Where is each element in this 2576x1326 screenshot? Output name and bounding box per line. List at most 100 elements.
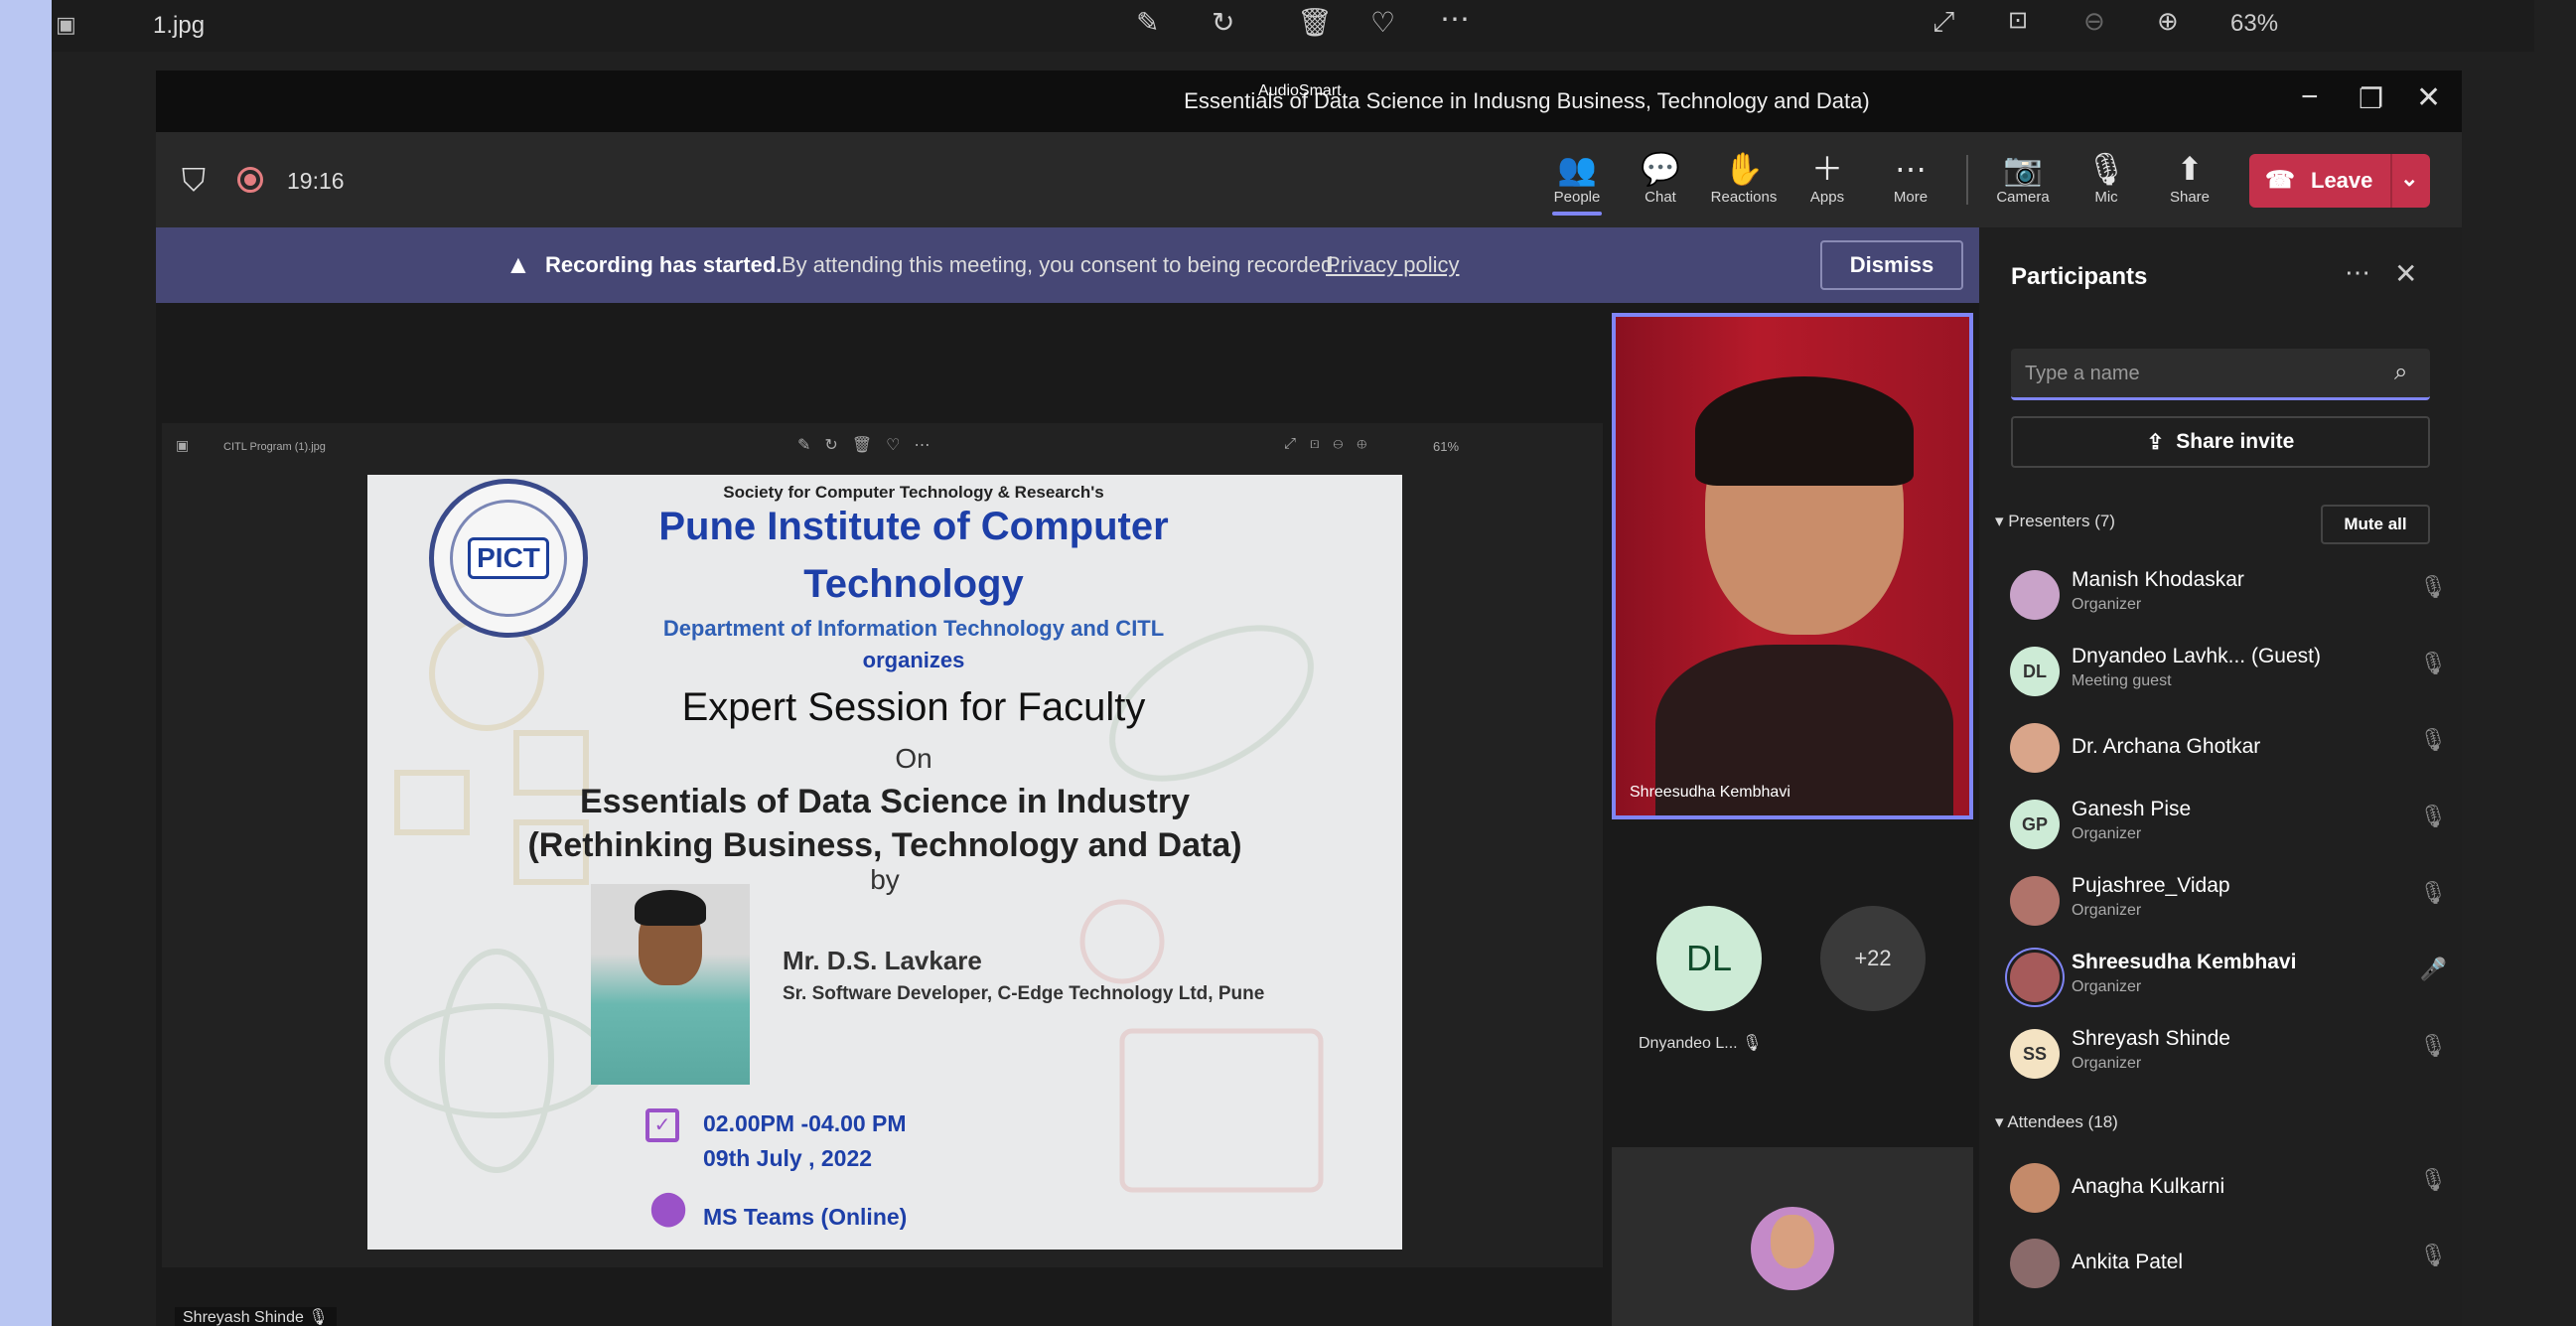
- poster-time: 02.00PM -04.00 PM: [703, 1110, 907, 1136]
- close-icon[interactable]: ✕: [2416, 80, 2441, 115]
- mic-off-icon: 🎙: [2419, 804, 2447, 828]
- toolbar-label: More: [1893, 189, 1929, 206]
- poster-topic-line2: (Rethinking Business, Technology and Dat…: [527, 826, 1242, 864]
- image-viewer-toolbar: ▣ 1.jpg ✎ ↻ 🗑 ♡ ⋯ ⤢ ⊡ ⊖ ⊕ 63%: [52, 0, 2534, 52]
- participant-row[interactable]: Ankita Patel 🎙: [2010, 1231, 2447, 1292]
- mic-off-icon: 🎙: [2419, 1243, 2447, 1267]
- avatar: SS: [2010, 1029, 2060, 1079]
- minimize-icon[interactable]: −: [2301, 80, 2319, 114]
- presenter-name-tag: Shreyash Shinde 🎙: [175, 1307, 337, 1326]
- participant-name: Pujashree_Vidap: [2072, 874, 2230, 897]
- presenters-header[interactable]: ▾ Presenters (7): [1995, 512, 2115, 531]
- participant-row[interactable]: GP Ganesh Pise Organizer 🎙: [2010, 792, 2447, 853]
- participant-row[interactable]: Dr. Archana Ghotkar 🎙: [2010, 715, 2447, 777]
- dismiss-label: Dismiss: [1849, 252, 1934, 277]
- recording-banner-text: By attending this meeting, you consent t…: [782, 252, 1340, 277]
- search-icon: ⌕: [2394, 359, 2408, 385]
- participant-row[interactable]: Manish Khodaskar Organizer 🎙: [2010, 562, 2447, 624]
- share-invite-button[interactable]: ⇪ Share invite: [2011, 416, 2430, 468]
- participant-row[interactable]: Shreesudha Kembhavi Organizer 🎤: [2010, 945, 2447, 1006]
- toolbar-camera-button[interactable]: 📷 Camera: [1988, 149, 2058, 206]
- bottom-video-tile[interactable]: [1612, 1147, 1973, 1326]
- participant-name: Dr. Archana Ghotkar: [2072, 735, 2261, 758]
- shield-icon[interactable]: ⛉: [182, 162, 206, 200]
- location-pin-icon: ⬤: [649, 1189, 688, 1227]
- toolbar-apps-button[interactable]: ＋ Apps: [1792, 149, 1862, 206]
- toolbar-more-button[interactable]: ⋯ More: [1876, 149, 1945, 206]
- tile-name: Dnyandeo L...: [1639, 1035, 1738, 1052]
- rotate-icon[interactable]: ↻: [1212, 6, 1234, 39]
- toolbar-divider: [1966, 155, 1968, 205]
- participant-row[interactable]: DL Dnyandeo Lavhk... (Guest) Meeting guest…: [2010, 639, 2447, 700]
- more-count: +22: [1854, 946, 1892, 970]
- zoom-out-icon[interactable]: ⊖: [2083, 6, 2105, 37]
- gallery-icon[interactable]: ▣: [56, 12, 76, 38]
- toolbar-share-button[interactable]: ⬆ Share: [2155, 149, 2224, 206]
- fit-icon[interactable]: ⊡: [2008, 6, 2028, 35]
- shared-zoom: 61%: [1433, 439, 1460, 454]
- mic-off-icon: 🎙: [2419, 1167, 2447, 1192]
- avatar: [2010, 1239, 2060, 1288]
- participant-name: Shreesudha Kembhavi: [2072, 951, 2297, 973]
- mic-off-icon: 🎙: [1742, 1035, 1763, 1052]
- tile-initials: DL: [1685, 938, 1733, 978]
- toolbar-chat-button[interactable]: 💬 Chat: [1626, 149, 1695, 206]
- expand-icon[interactable]: ⤢: [1932, 6, 1954, 39]
- zoom-in-icon[interactable]: ⊕: [2157, 6, 2179, 37]
- participant-name: Dnyandeo Lavhk... (Guest): [2072, 645, 2321, 667]
- shared-gallery-icon: ▣: [176, 437, 190, 453]
- mic-off-icon: 🎙: [2419, 1033, 2447, 1058]
- dismiss-button[interactable]: Dismiss: [1820, 240, 1963, 290]
- participant-row[interactable]: SS Shreyash Shinde Organizer 🎙: [2010, 1021, 2447, 1083]
- main-video-tile[interactable]: Shreesudha Kembhavi: [1612, 313, 1973, 819]
- participant-search-input[interactable]: Type a name ⌕: [2011, 349, 2430, 400]
- toolbar-reactions-button[interactable]: ✋ Reactions: [1709, 149, 1779, 206]
- poster-organizes: organizes: [862, 648, 965, 672]
- recording-indicator-icon: [237, 167, 263, 193]
- calendar-icon: ✓: [645, 1108, 679, 1142]
- chevron-down-icon[interactable]: ⌄: [2400, 166, 2418, 192]
- poster-date: 09th July , 2022: [703, 1145, 873, 1171]
- privacy-policy-link[interactable]: Privacy policy: [1326, 252, 1459, 278]
- participant-row[interactable]: Anagha Kulkarni 🎙: [2010, 1155, 2447, 1217]
- participant-role: Organizer: [2072, 902, 2142, 919]
- delete-icon[interactable]: 🗑: [1297, 6, 1333, 39]
- avatar: DL: [2010, 647, 2060, 696]
- panel-close-icon[interactable]: ✕: [2394, 257, 2417, 290]
- toolbar-label: Mic: [2094, 189, 2118, 206]
- more-icon[interactable]: ⋯: [1440, 2, 1470, 37]
- heart-icon[interactable]: ♡: [1370, 6, 1395, 39]
- maximize-icon[interactable]: ❐: [2359, 82, 2383, 115]
- logo-text: PICT: [468, 537, 549, 579]
- attendees-header[interactable]: ▾ Attendees (18): [1995, 1112, 2118, 1132]
- recording-banner-title: Recording has started.: [545, 252, 783, 277]
- poster-speaker: Mr. D.S. Lavkare: [783, 946, 982, 975]
- mute-all-label: Mute all: [2344, 515, 2407, 533]
- share-icon: ⬆: [2176, 151, 2204, 187]
- participant-role: Organizer: [2072, 825, 2142, 842]
- participant-role: Meeting guest: [2072, 672, 2172, 689]
- audiosmart-overlay: AudioSmart: [1258, 82, 1342, 99]
- toolbar-label: Reactions: [1710, 189, 1778, 206]
- leave-button[interactable]: ☎ Leave ⌄: [2249, 154, 2430, 208]
- edit-icon[interactable]: ✎: [1136, 6, 1159, 39]
- panel-more-icon[interactable]: ⋯: [2345, 257, 2370, 288]
- main-video-name: Shreesudha Kembhavi: [1630, 784, 1790, 801]
- share-invite-label: Share invite: [2176, 430, 2295, 453]
- pict-logo: PICT: [429, 479, 588, 638]
- toolbar-mic-button[interactable]: 🎙 Mic: [2072, 149, 2141, 206]
- participant-tile-dl[interactable]: DL: [1656, 906, 1762, 1011]
- toolbar-people-button[interactable]: 👥 People: [1542, 149, 1612, 216]
- mute-all-button[interactable]: Mute all: [2321, 505, 2430, 544]
- poster-by: by: [870, 864, 900, 895]
- presenters-label: Presenters (7): [2008, 512, 2115, 530]
- speaker-photo: [591, 884, 750, 1085]
- more-participants-button[interactable]: +22: [1820, 906, 1926, 1011]
- poster-department: Department of Information Technology and…: [662, 616, 1165, 641]
- window-title-bar: Essentials of Data Science in Indus Audi…: [156, 71, 2462, 132]
- shared-zoom-icons: ⤢⊡⊖⊕: [1284, 435, 1381, 452]
- participant-row[interactable]: Pujashree_Vidap Organizer 🎙: [2010, 868, 2447, 930]
- poster-topic-line1: Essentials of Data Science in Industry: [579, 783, 1191, 820]
- viewer-filename: 1.jpg: [153, 12, 206, 39]
- meeting-timer: 19:16: [287, 168, 345, 194]
